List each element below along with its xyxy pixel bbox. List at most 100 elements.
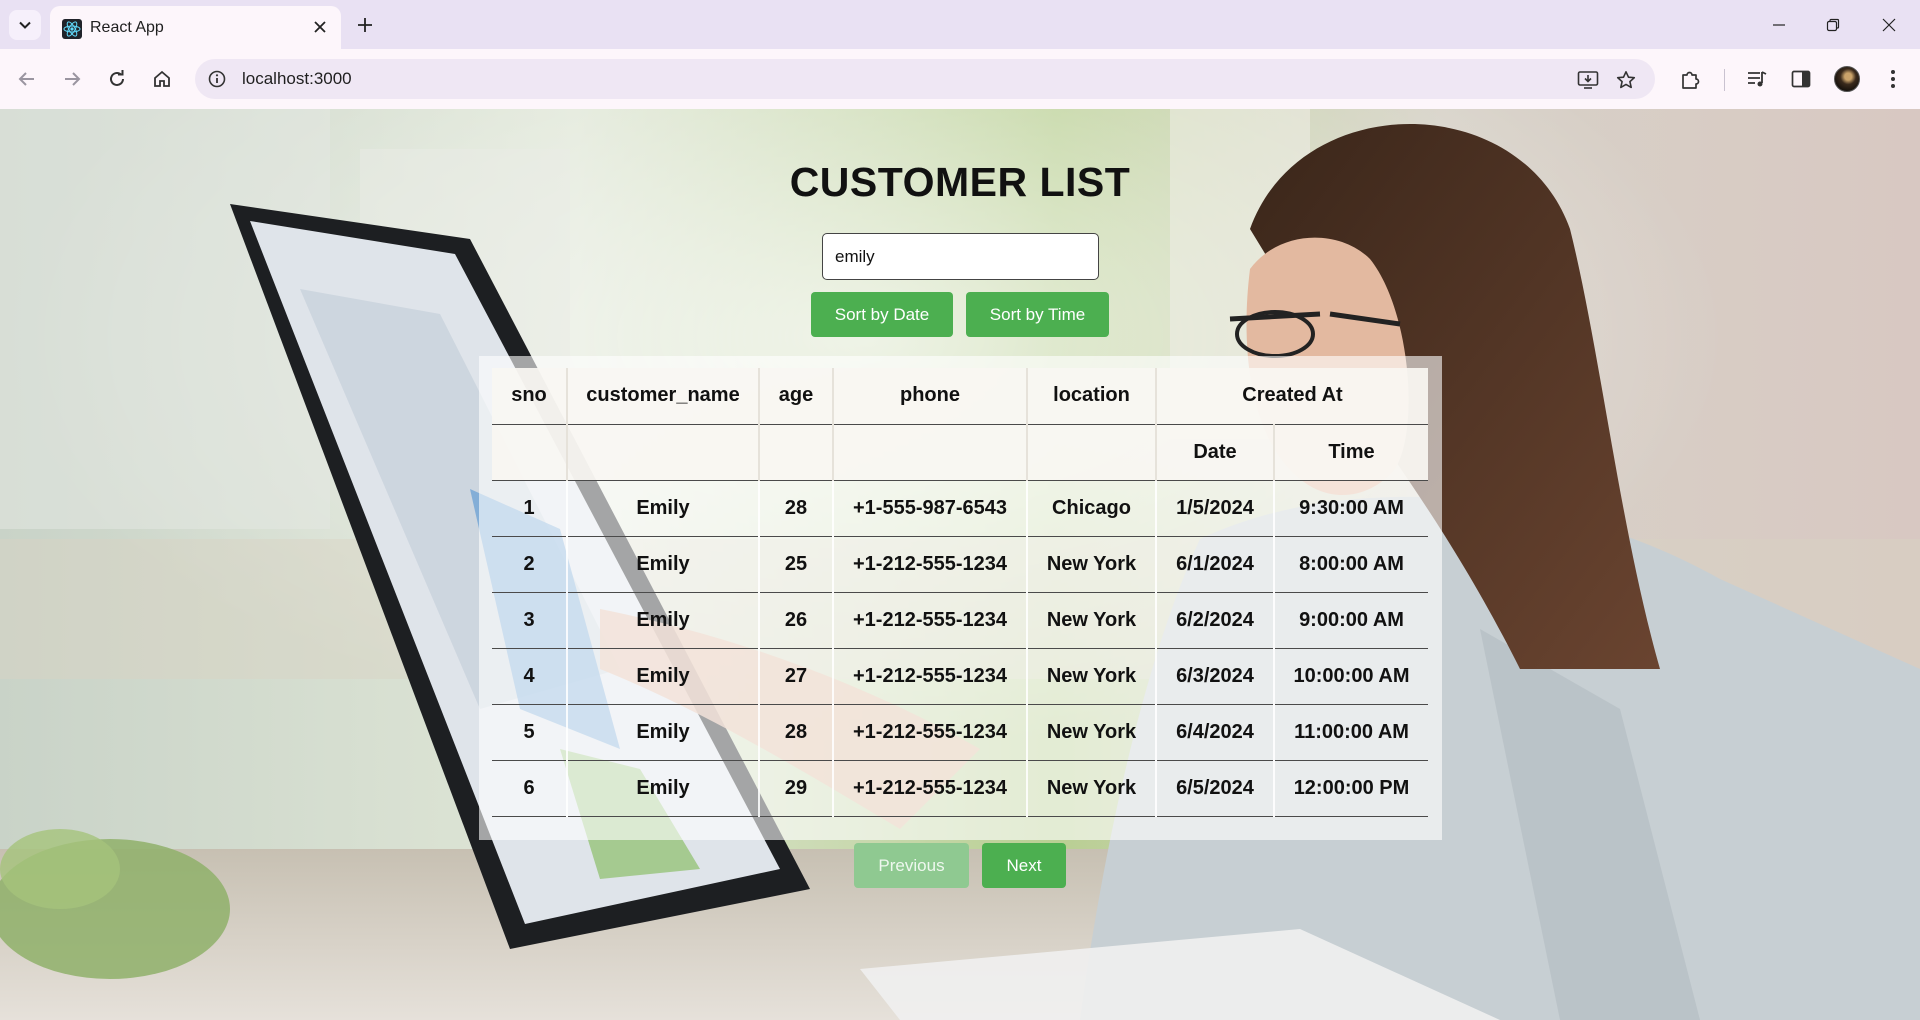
cell-date: 6/5/2024: [1156, 760, 1275, 817]
table-row: 1 Emily 28 +1-555-987-6543 Chicago 1/5/2…: [492, 480, 1428, 537]
tab-search-button[interactable]: [9, 10, 41, 40]
subheader-empty-cell: [567, 424, 760, 481]
table-row: 2 Emily 25 +1-212-555-1234 New York 6/1/…: [492, 536, 1428, 593]
chrome-menu-button[interactable]: [1876, 62, 1910, 96]
new-tab-button[interactable]: [350, 10, 380, 40]
page-viewport: CUSTOMER LIST Sort by Date Sort by Time …: [0, 109, 1920, 1020]
minimize-icon: [1773, 23, 1785, 26]
column-header-sno[interactable]: sno: [492, 368, 568, 425]
media-control-button[interactable]: [1740, 62, 1774, 96]
tab-title: React App: [90, 19, 164, 36]
site-info-button[interactable]: [205, 67, 229, 91]
cell-time: 9:30:00 AM: [1274, 480, 1428, 537]
search-input[interactable]: [822, 233, 1099, 280]
side-panel-button[interactable]: [1784, 62, 1818, 96]
cell-date: 1/5/2024: [1156, 480, 1275, 537]
cell-customer-name: Emily: [567, 592, 760, 649]
home-icon: [154, 70, 170, 87]
cell-sno: 5: [492, 704, 568, 761]
cell-customer-name: Emily: [567, 760, 760, 817]
column-header-phone[interactable]: phone: [833, 368, 1028, 425]
minimize-button[interactable]: [1752, 0, 1806, 49]
cell-age: 25: [759, 536, 834, 593]
cell-customer-name: Emily: [567, 648, 760, 705]
arrow-right-icon: [65, 72, 81, 86]
puzzle-icon: [1682, 71, 1700, 89]
cell-age: 29: [759, 760, 834, 817]
column-header-date[interactable]: Date: [1156, 424, 1275, 481]
extensions-button[interactable]: [1674, 62, 1708, 96]
install-app-icon: [1577, 71, 1599, 89]
star-icon: [1616, 71, 1636, 89]
tab-strip: React App: [0, 0, 1920, 49]
next-page-button[interactable]: Next: [982, 843, 1066, 888]
cell-date: 6/1/2024: [1156, 536, 1275, 593]
previous-page-button[interactable]: Previous: [854, 843, 969, 888]
table-row: 5 Emily 28 +1-212-555-1234 New York 6/4/…: [492, 704, 1428, 761]
page-title: CUSTOMER LIST: [789, 159, 1131, 205]
cell-time: 10:00:00 AM: [1274, 648, 1428, 705]
table-subheader-row: Date Time: [492, 424, 1428, 481]
kebab-menu-icon: [1891, 70, 1895, 88]
cell-phone: +1-212-555-1234: [833, 592, 1028, 649]
forward-button[interactable]: [55, 62, 89, 96]
reload-icon: [110, 70, 124, 86]
customer-table: sno customer_name age phone location Cre…: [492, 368, 1428, 817]
cell-sno: 6: [492, 760, 568, 817]
url-text: localhost:3000: [242, 69, 352, 88]
cell-sno: 4: [492, 648, 568, 705]
back-button[interactable]: [10, 62, 44, 96]
cell-customer-name: Emily: [567, 704, 760, 761]
cell-sno: 1: [492, 480, 568, 537]
browser-tab[interactable]: React App: [50, 6, 341, 49]
side-panel-icon: [1791, 70, 1811, 88]
cell-sno: 2: [492, 536, 568, 593]
sort-by-time-button[interactable]: Sort by Time: [966, 292, 1109, 337]
customer-table-panel: sno customer_name age phone location Cre…: [479, 356, 1442, 840]
media-control-icon: [1748, 71, 1767, 87]
cell-location: New York: [1027, 704, 1157, 761]
reload-button[interactable]: [100, 62, 134, 96]
avatar[interactable]: [1834, 66, 1860, 92]
cell-sno: 3: [492, 592, 568, 649]
close-icon: [1882, 18, 1896, 31]
table-row: 6 Emily 29 +1-212-555-1234 New York 6/5/…: [492, 760, 1428, 817]
cell-time: 12:00:00 PM: [1274, 760, 1428, 817]
column-header-age[interactable]: age: [759, 368, 834, 425]
column-header-created-at[interactable]: Created At: [1156, 368, 1428, 425]
plus-icon: [358, 18, 372, 32]
cell-location: New York: [1027, 760, 1157, 817]
cell-date: 6/3/2024: [1156, 648, 1275, 705]
cell-time: 9:00:00 AM: [1274, 592, 1428, 649]
install-app-button[interactable]: [1575, 67, 1601, 93]
tab-close-button[interactable]: [309, 16, 331, 38]
cell-time: 11:00:00 AM: [1274, 704, 1428, 761]
chevron-down-icon: [19, 21, 31, 29]
column-header-customer-name[interactable]: customer_name: [567, 368, 760, 425]
info-icon: [208, 70, 226, 88]
column-header-location[interactable]: location: [1027, 368, 1157, 425]
address-bar[interactable]: localhost:3000: [195, 59, 1655, 99]
subheader-empty-cell: [833, 424, 1028, 481]
browser-toolbar: localhost:3000: [0, 49, 1920, 109]
close-window-button[interactable]: [1862, 0, 1916, 49]
bookmark-button[interactable]: [1613, 67, 1639, 93]
cell-location: Chicago: [1027, 480, 1157, 537]
sort-by-date-button[interactable]: Sort by Date: [811, 292, 953, 337]
close-icon: [314, 21, 326, 33]
table-row: 3 Emily 26 +1-212-555-1234 New York 6/2/…: [492, 592, 1428, 649]
cell-location: New York: [1027, 536, 1157, 593]
cell-age: 28: [759, 704, 834, 761]
table-header-row: sno customer_name age phone location Cre…: [492, 368, 1428, 425]
column-header-time[interactable]: Time: [1274, 424, 1428, 481]
cell-phone: +1-212-555-1234: [833, 760, 1028, 817]
table-row: 4 Emily 27 +1-212-555-1234 New York 6/3/…: [492, 648, 1428, 705]
restore-button[interactable]: [1806, 0, 1860, 49]
home-button[interactable]: [145, 62, 179, 96]
subheader-empty-cell: [1027, 424, 1157, 481]
restore-icon: [1826, 18, 1840, 31]
cell-age: 28: [759, 480, 834, 537]
cell-phone: +1-212-555-1234: [833, 536, 1028, 593]
cell-phone: +1-555-987-6543: [833, 480, 1028, 537]
cell-date: 6/4/2024: [1156, 704, 1275, 761]
